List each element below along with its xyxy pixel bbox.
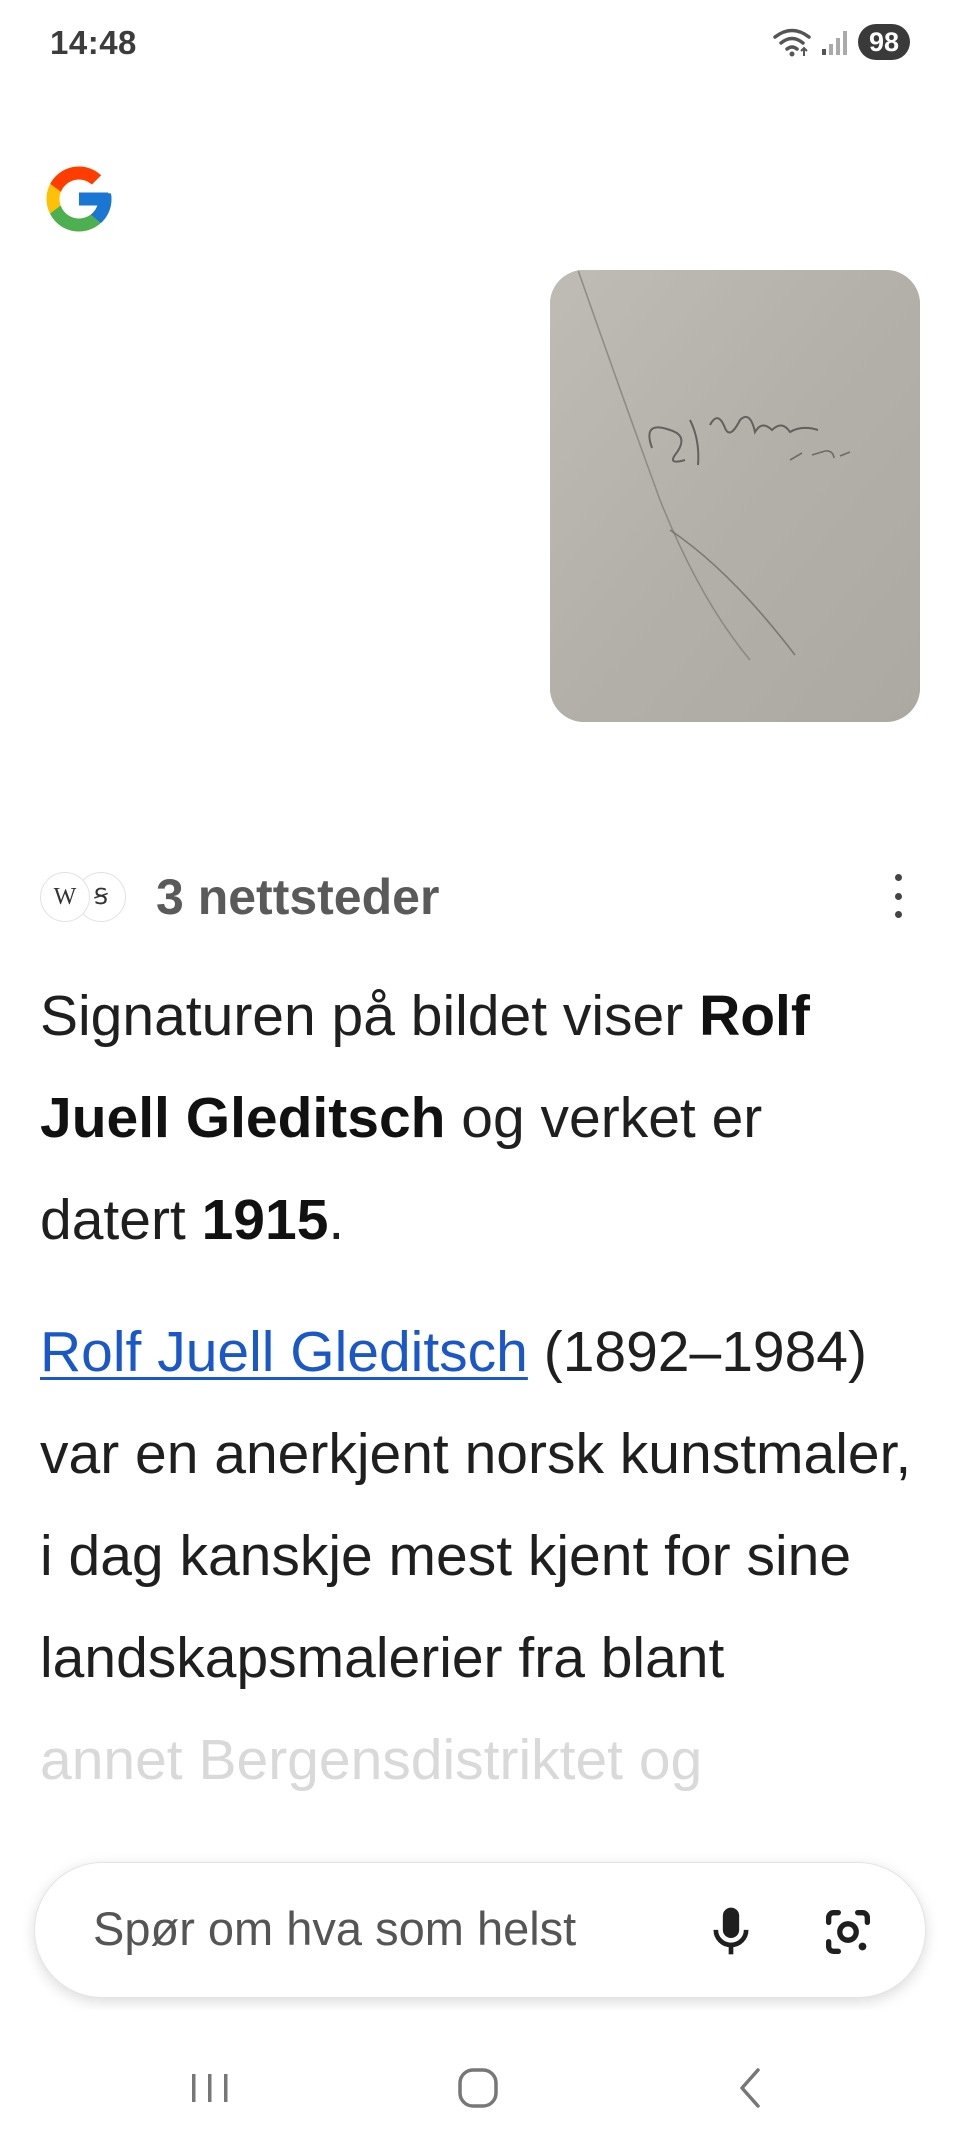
battery-icon: 98 — [857, 24, 910, 60]
more-options-icon[interactable] — [886, 874, 910, 918]
signal-icon — [821, 31, 847, 55]
status-time: 14:48 — [50, 24, 137, 61]
artist-link[interactable]: Rolf Juell Gleditsch — [40, 1320, 528, 1384]
google-lens-icon[interactable] — [819, 1903, 877, 1961]
status-icons: 98 — [772, 24, 910, 60]
google-logo-icon[interactable] — [40, 160, 118, 238]
answer-paragraph-1: Signaturen på bildet viser Rolf Juell Gl… — [40, 984, 810, 1252]
sources-count-label: 3 nettsteder — [156, 869, 440, 925]
answer-text: Signaturen på bildet viser Rolf Juell Gl… — [40, 965, 920, 1841]
answer-year: 1915 — [201, 1188, 329, 1252]
search-bar[interactable]: Spør om hva som helst — [34, 1862, 926, 1998]
back-icon[interactable] — [720, 2058, 780, 2118]
navigation-bar — [0, 2010, 960, 2140]
query-image[interactable] — [550, 270, 920, 722]
status-bar: 14:48 98 — [0, 0, 960, 90]
mic-icon[interactable] — [703, 1903, 759, 1959]
wikipedia-favicon-icon: W — [40, 872, 90, 922]
wifi-icon — [773, 28, 811, 57]
signature-photo — [550, 270, 920, 722]
answer-paragraph-2: Rolf Juell Gleditsch (1892–1984) var en … — [40, 1320, 912, 1792]
answer-faded-line: annet Bergensdistriktet og — [40, 1728, 703, 1792]
source-favicons: W Ꞩ — [40, 867, 138, 927]
home-icon[interactable] — [448, 2058, 508, 2118]
sources-row[interactable]: W Ꞩ 3 nettsteder — [40, 862, 920, 932]
search-input[interactable]: Spør om hva som helst — [93, 1901, 576, 1956]
recents-icon[interactable] — [180, 2058, 240, 2118]
